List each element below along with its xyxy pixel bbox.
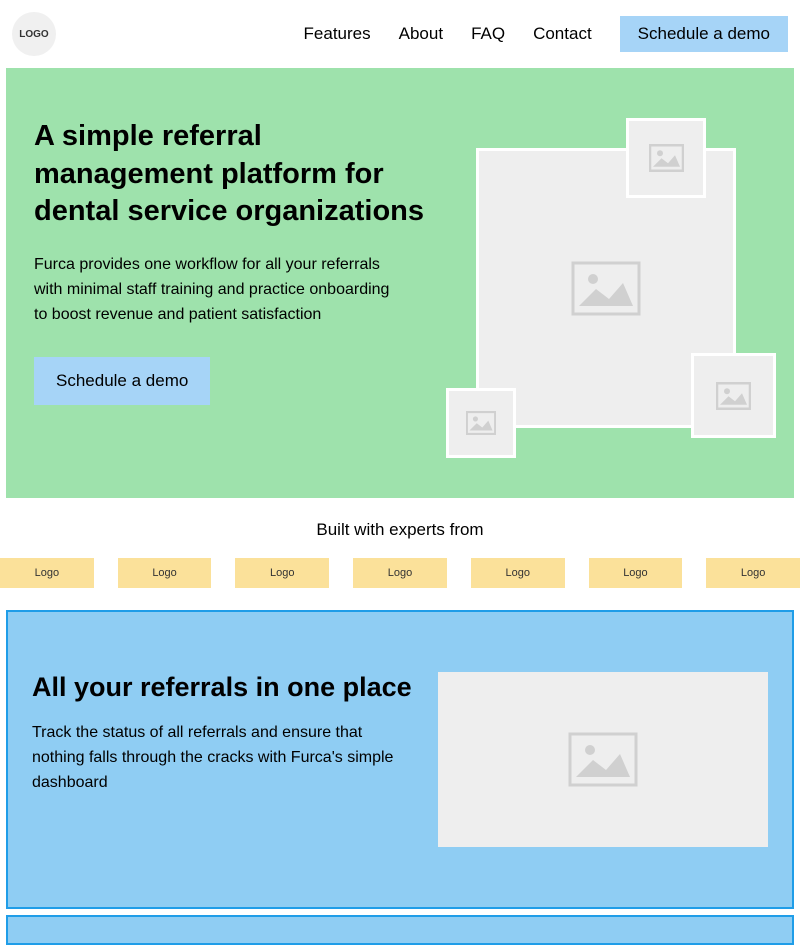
nav-features[interactable]: Features [304, 24, 371, 44]
feature-subtitle: Track the status of all referrals and en… [32, 721, 412, 795]
expert-logo: Logo [0, 558, 94, 588]
nav-about[interactable]: About [399, 24, 443, 44]
image-icon [649, 144, 684, 172]
image-icon [466, 411, 496, 435]
expert-logo: Logo [353, 558, 447, 588]
expert-logo: Logo [589, 558, 683, 588]
image-placeholder-3 [446, 388, 516, 458]
hero-schedule-demo-button[interactable]: Schedule a demo [34, 357, 210, 405]
image-placeholder-1 [626, 118, 706, 198]
hero-content: A simple referral management platform fo… [34, 118, 426, 458]
feature-image-placeholder [438, 672, 768, 847]
hero-images [446, 118, 766, 458]
nav-contact[interactable]: Contact [533, 24, 592, 44]
header: LOGO Features About FAQ Contact Schedule… [0, 0, 800, 68]
feature-title: All your referrals in one place [32, 672, 414, 703]
feature-content: All your referrals in one place Track th… [32, 672, 414, 795]
next-feature-section [6, 915, 794, 945]
expert-logo: Logo [118, 558, 212, 588]
experts-title: Built with experts from [0, 520, 800, 540]
image-icon [571, 261, 641, 316]
nav: Features About FAQ Contact Schedule a de… [304, 16, 788, 52]
nav-faq[interactable]: FAQ [471, 24, 505, 44]
image-icon [716, 382, 751, 410]
expert-logo: Logo [235, 558, 329, 588]
image-placeholder-2 [691, 353, 776, 438]
hero-title: A simple referral management platform fo… [34, 118, 426, 231]
logo-row: Logo Logo Logo Logo Logo Logo Logo [0, 558, 800, 588]
expert-logo: Logo [706, 558, 800, 588]
hero-section: A simple referral management platform fo… [6, 68, 794, 498]
image-icon [568, 732, 638, 787]
feature-section: All your referrals in one place Track th… [6, 610, 794, 909]
logo-badge[interactable]: LOGO [12, 12, 56, 56]
experts-section: Built with experts from Logo Logo Logo L… [0, 498, 800, 600]
schedule-demo-button[interactable]: Schedule a demo [620, 16, 788, 52]
hero-subtitle: Furca provides one workflow for all your… [34, 253, 394, 327]
expert-logo: Logo [471, 558, 565, 588]
